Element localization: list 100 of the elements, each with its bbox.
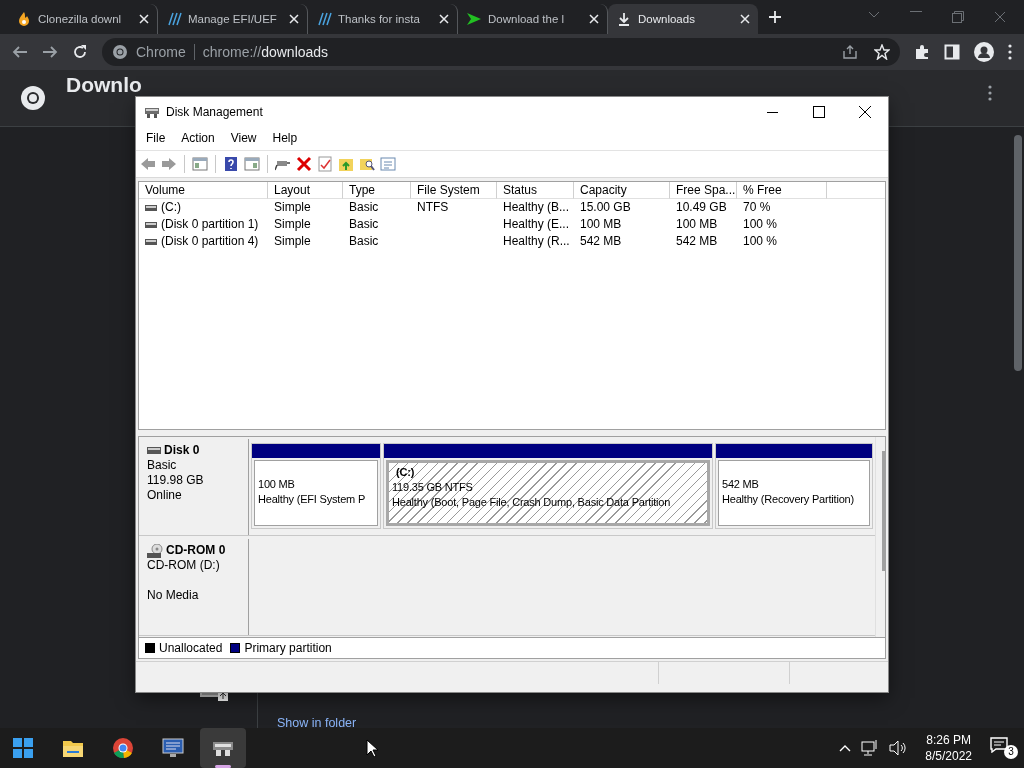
table-cell: Simple xyxy=(274,199,311,216)
back-icon[interactable] xyxy=(12,44,28,60)
column-header[interactable]: Free Spa... xyxy=(670,182,737,199)
start-icon xyxy=(12,737,34,759)
column-header[interactable]: File System xyxy=(411,182,497,199)
clock-date: 8/5/2022 xyxy=(925,748,972,764)
chrome-logo-icon xyxy=(112,737,134,759)
address-bar[interactable]: Chrome chrome://downloads xyxy=(102,38,900,66)
menu-item[interactable]: File xyxy=(138,131,174,145)
partition-status: Healthy (Boot, Page File, Crash Dump, Basic Data Partition xyxy=(392,495,672,510)
taskbar-button[interactable] xyxy=(200,728,246,768)
disk-size: 119.98 GB xyxy=(147,473,205,488)
slash-logo-icon xyxy=(166,11,182,27)
table-cell: 100 MB xyxy=(580,216,622,233)
menu-item[interactable]: View xyxy=(222,131,265,145)
column-header[interactable]: Layout xyxy=(268,182,343,199)
partition-block[interactable]: 542 MB Healthy (Recovery Partition) xyxy=(715,443,873,529)
drive-icon xyxy=(145,238,157,245)
panel-icon[interactable] xyxy=(244,156,260,172)
table-cell: 100 MB xyxy=(676,216,718,233)
partition-size: 119.35 GB NTFS xyxy=(392,480,474,495)
table-cell: 542 MB xyxy=(580,233,622,250)
show-in-folder-link[interactable]: Show in folder xyxy=(277,716,357,730)
folder-search-icon[interactable] xyxy=(359,156,375,172)
table-cell: Healthy (E... xyxy=(503,216,570,233)
disk-status: Online xyxy=(147,488,183,503)
clock-time: 8:26 PM xyxy=(926,732,971,748)
partition-label: (C:) xyxy=(395,465,416,480)
table-cell: 15.00 GB xyxy=(580,199,631,216)
scrollbar-thumb[interactable] xyxy=(882,451,885,571)
column-header[interactable]: % Free xyxy=(737,182,827,199)
star-icon[interactable] xyxy=(874,44,890,60)
menu-icon[interactable] xyxy=(1008,44,1012,60)
table-cell: 70 % xyxy=(743,199,771,216)
new-tab-icon[interactable] xyxy=(768,10,782,24)
table-cell: Simple xyxy=(274,233,311,250)
disk-name: CD-ROM 0 xyxy=(166,543,226,558)
download-icon xyxy=(616,11,632,27)
slash-logo-icon xyxy=(316,11,332,27)
disk-type: CD-ROM (D:) xyxy=(147,558,221,573)
menu-icon[interactable] xyxy=(988,85,992,101)
share-icon[interactable] xyxy=(842,44,858,60)
column-header[interactable]: Status xyxy=(497,182,574,199)
side-panel-icon[interactable] xyxy=(944,44,960,60)
disc-drive-icon xyxy=(147,543,163,558)
table-cell: Basic xyxy=(349,233,379,250)
chevron-up-icon[interactable] xyxy=(839,744,852,752)
table-cell: (C:) xyxy=(161,199,181,216)
volume-icon[interactable] xyxy=(889,740,908,756)
column-header[interactable]: Capacity xyxy=(574,182,670,199)
network-icon[interactable] xyxy=(861,740,880,756)
partition-size: 542 MB xyxy=(722,477,760,492)
forward-icon[interactable] xyxy=(161,156,177,172)
notification-badge: 3 xyxy=(1004,745,1018,759)
folder-up-icon[interactable] xyxy=(338,156,354,172)
table-cell: Basic xyxy=(349,216,379,233)
delete-icon[interactable] xyxy=(296,156,312,172)
partition-block[interactable]: 100 MB Healthy (EFI System P xyxy=(251,443,381,529)
disk-status: No Media xyxy=(147,588,200,603)
clock[interactable]: 8:26 PM 8/5/2022 xyxy=(917,732,980,764)
table-cell: 100 % xyxy=(743,216,778,233)
url-text: chrome://downloads xyxy=(202,44,329,60)
partition-block[interactable]: (C:) 119.35 GB NTFS Healthy (Boot, Page File, Crash Dump, Basic Data Partition xyxy=(383,443,713,529)
help-icon[interactable] xyxy=(223,156,239,172)
browser-tab[interactable]: Downloads xyxy=(608,4,758,34)
partition-status: Healthy (EFI System P xyxy=(258,492,367,507)
table-cell: Healthy (R... xyxy=(503,233,570,250)
flame-icon xyxy=(16,11,32,27)
forward-icon[interactable] xyxy=(42,44,58,60)
profile-icon[interactable] xyxy=(974,42,994,62)
checklist-icon[interactable] xyxy=(317,156,333,172)
table-cell: NTFS xyxy=(417,199,449,216)
chevron-down-icon[interactable] xyxy=(868,11,880,19)
site-label: Chrome xyxy=(136,44,186,60)
table-cell: Simple xyxy=(274,216,311,233)
scrollbar-thumb[interactable] xyxy=(1014,135,1022,371)
table-cell: (Disk 0 partition 4) xyxy=(161,233,259,250)
arrow-icon xyxy=(466,11,482,27)
chrome-logo-icon xyxy=(112,44,128,60)
panel-icon[interactable] xyxy=(192,156,208,172)
legend-label: Unallocated xyxy=(159,641,223,655)
disk-name: Disk 0 xyxy=(164,443,200,458)
reload-icon[interactable] xyxy=(72,44,88,60)
column-header[interactable]: Type xyxy=(343,182,411,199)
drive-icon xyxy=(145,204,157,211)
puzzle-icon[interactable] xyxy=(914,44,930,60)
monitor-icon xyxy=(162,737,184,759)
menu-item[interactable]: Action xyxy=(173,131,223,145)
partition-status: Healthy (Recovery Partition) xyxy=(722,492,855,507)
cursor-icon xyxy=(366,739,378,757)
table-cell: 542 MB xyxy=(676,233,718,250)
message-icon[interactable] xyxy=(990,737,1008,753)
restore-icon[interactable] xyxy=(952,11,964,23)
table-cell: Basic xyxy=(349,199,379,216)
menu-item[interactable]: Help xyxy=(264,131,306,145)
window-title: Disk Management xyxy=(166,104,263,119)
table-cell: 10.49 GB xyxy=(676,199,727,216)
minimize-icon[interactable] xyxy=(910,11,922,13)
column-header[interactable]: Volume xyxy=(139,182,268,199)
back-icon[interactable] xyxy=(140,156,156,172)
